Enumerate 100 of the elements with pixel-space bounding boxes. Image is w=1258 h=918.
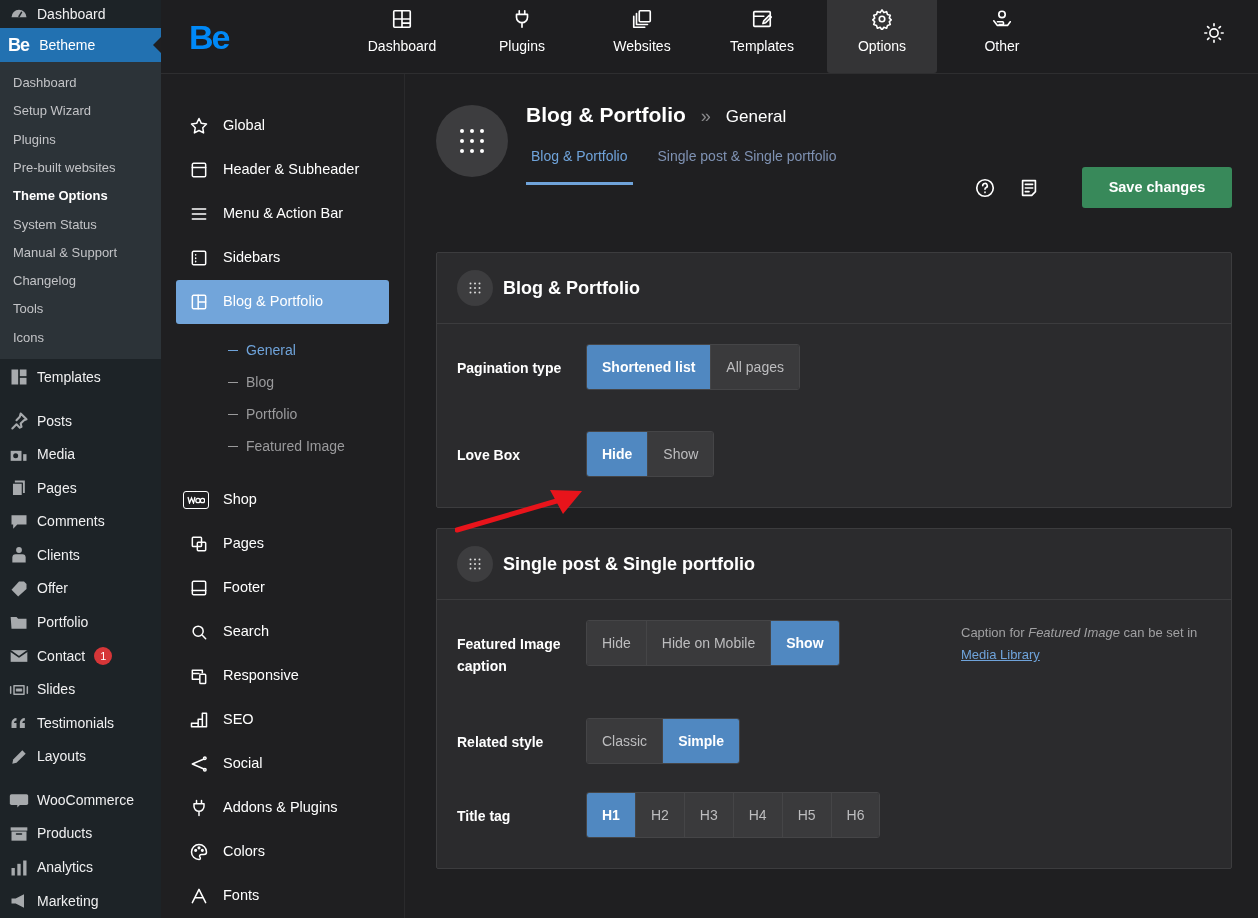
footer-layout-icon bbox=[189, 578, 209, 598]
search-icon bbox=[189, 622, 209, 642]
toggle-option[interactable]: Hide on Mobile bbox=[645, 621, 771, 665]
top-nav-tab[interactable]: Templates bbox=[707, 0, 817, 73]
wp-submenu-item[interactable]: Pre-built websites bbox=[0, 153, 161, 182]
media-library-link[interactable]: Media Library bbox=[961, 647, 1040, 662]
wp-menu-item-active[interactable]: Be Betheme bbox=[0, 28, 161, 62]
sidebar-layout-icon bbox=[189, 248, 209, 268]
toggle-option[interactable]: All pages bbox=[710, 345, 799, 389]
wp-submenu-item[interactable]: Changelog bbox=[0, 266, 161, 296]
palette-icon bbox=[189, 842, 209, 862]
wp-menu-item[interactable]: Offer bbox=[0, 572, 161, 606]
wp-submenu-item[interactable]: Theme Options bbox=[0, 181, 161, 211]
wp-menu-item[interactable]: Contact 1 bbox=[0, 639, 161, 673]
columns-layout-icon bbox=[189, 292, 209, 312]
options-nav-item[interactable]: Footer bbox=[176, 566, 389, 610]
settings-icon bbox=[871, 8, 893, 30]
toggle-option[interactable]: Hide bbox=[587, 432, 648, 476]
toggle-option[interactable]: H4 bbox=[732, 793, 782, 837]
options-nav-item[interactable]: Colors bbox=[176, 830, 389, 874]
copies-icon bbox=[631, 8, 653, 30]
toggle-option[interactable]: H6 bbox=[830, 793, 880, 837]
help-text: Caption for Featured Image can be set in Media Library bbox=[961, 624, 1199, 664]
options-nav-item[interactable]: Shop bbox=[176, 478, 389, 522]
breadcrumb-current: General bbox=[725, 106, 787, 128]
toggle-option[interactable]: Hide bbox=[587, 621, 646, 665]
options-nav-item[interactable]: Fonts bbox=[176, 874, 389, 918]
wp-menu-item[interactable]: Clients bbox=[0, 538, 161, 573]
options-nav-item[interactable]: Global bbox=[176, 104, 389, 148]
wp-submenu-item[interactable]: Tools bbox=[0, 295, 161, 324]
wp-menu-item[interactable]: Dashboard bbox=[0, 0, 161, 29]
wp-menu-item[interactable]: Analytics bbox=[0, 850, 161, 885]
wp-submenu-item[interactable]: Dashboard bbox=[0, 68, 161, 97]
pages-icon bbox=[189, 534, 209, 554]
grid-dots-icon bbox=[457, 546, 493, 582]
toggle-option[interactable]: H1 bbox=[587, 793, 635, 837]
wp-menu-item[interactable]: Layouts bbox=[0, 740, 161, 774]
options-nav-item[interactable]: Social bbox=[176, 742, 389, 786]
breadcrumb-separator: » bbox=[700, 105, 711, 128]
setting-label: Featured Image caption bbox=[457, 635, 562, 676]
star-icon bbox=[189, 116, 209, 136]
toggle-option[interactable]: Show bbox=[770, 621, 839, 665]
wp-submenu-item[interactable]: Manual & Support bbox=[0, 238, 161, 267]
options-nav-item[interactable]: Pages bbox=[176, 522, 389, 566]
toggle-option[interactable]: H3 bbox=[683, 793, 733, 837]
person-icon bbox=[9, 545, 29, 566]
templates-icon bbox=[9, 367, 29, 388]
layout-grid-icon bbox=[391, 8, 413, 30]
wp-menu-item[interactable]: Products bbox=[0, 817, 161, 851]
wp-menu-item[interactable]: Media bbox=[0, 437, 161, 472]
toggle-option[interactable]: H2 bbox=[634, 793, 684, 837]
theme-toggle-icon[interactable] bbox=[1203, 22, 1225, 44]
notification-badge: 1 bbox=[94, 647, 113, 666]
toggle-option[interactable]: Classic bbox=[587, 719, 663, 763]
wp-menu-item[interactable]: Slides bbox=[0, 672, 161, 707]
options-nav-item[interactable]: SEO bbox=[176, 698, 389, 742]
wp-menu-item[interactable]: Comments bbox=[0, 504, 161, 539]
wp-menu-item[interactable]: Testimonials bbox=[0, 706, 161, 740]
toggle-option[interactable]: Show bbox=[647, 432, 714, 476]
options-nav-item[interactable]: Header & Subheader bbox=[176, 148, 389, 192]
wp-submenu-item[interactable]: Setup Wizard bbox=[0, 97, 161, 126]
card-title: Blog & Portfolio bbox=[503, 276, 640, 300]
pin-icon bbox=[9, 411, 29, 431]
top-nav-tab[interactable]: Other bbox=[947, 0, 1057, 73]
wp-menu-item[interactable]: Posts bbox=[0, 404, 161, 438]
setting-label: Love Box bbox=[457, 446, 521, 465]
top-nav-tab[interactable]: Options bbox=[827, 0, 937, 73]
top-nav-tab[interactable]: Websites bbox=[587, 0, 697, 73]
toggle-option[interactable]: Simple bbox=[662, 719, 740, 763]
edit-window-icon bbox=[751, 8, 773, 30]
wp-submenu-item[interactable]: Icons bbox=[0, 323, 161, 352]
options-nav-item[interactable]: Responsive bbox=[176, 654, 389, 698]
setting-label: Pagination type bbox=[457, 359, 563, 378]
options-nav-item[interactable]: Sidebars bbox=[176, 236, 389, 280]
options-nav-item[interactable]: Search bbox=[176, 610, 389, 654]
bar-steps-icon bbox=[189, 710, 209, 730]
options-subnav-item[interactable]: Blog bbox=[176, 366, 389, 398]
wp-menu-item[interactable]: Templates bbox=[0, 360, 161, 395]
betheme-logo: Be bbox=[188, 17, 230, 58]
wp-submenu-item[interactable]: System Status bbox=[0, 210, 161, 239]
wp-menu-item[interactable]: Marketing bbox=[0, 884, 161, 918]
wp-menu-item[interactable]: Pages bbox=[0, 471, 161, 505]
toggle-option[interactable]: H5 bbox=[781, 793, 831, 837]
section-tab[interactable]: Blog & Portfolio bbox=[526, 144, 633, 185]
options-nav-item[interactable]: Addons & Plugins bbox=[176, 786, 389, 830]
section-tab[interactable]: Single post & Single portfolio bbox=[652, 144, 842, 185]
help-icon[interactable] bbox=[974, 176, 996, 199]
devices-icon bbox=[189, 666, 209, 686]
options-subnav-item[interactable]: General bbox=[176, 334, 389, 366]
options-subnav-item[interactable]: Portfolio bbox=[176, 398, 389, 430]
share-icon bbox=[189, 754, 209, 774]
top-nav-tab[interactable]: Dashboard bbox=[347, 0, 457, 73]
options-subnav-item[interactable]: Featured Image bbox=[176, 430, 389, 462]
wp-menu-item[interactable]: Portfolio bbox=[0, 605, 161, 640]
toggle-option[interactable]: Shortened list bbox=[587, 345, 711, 389]
wp-menu-item[interactable]: WooCommerce bbox=[0, 783, 161, 818]
wp-submenu-item[interactable]: Plugins bbox=[0, 125, 161, 154]
top-nav-tab[interactable]: Plugins bbox=[467, 0, 577, 73]
options-nav-item[interactable]: Menu & Action Bar bbox=[176, 192, 389, 236]
save-button[interactable]: Save changes bbox=[1082, 167, 1232, 208]
